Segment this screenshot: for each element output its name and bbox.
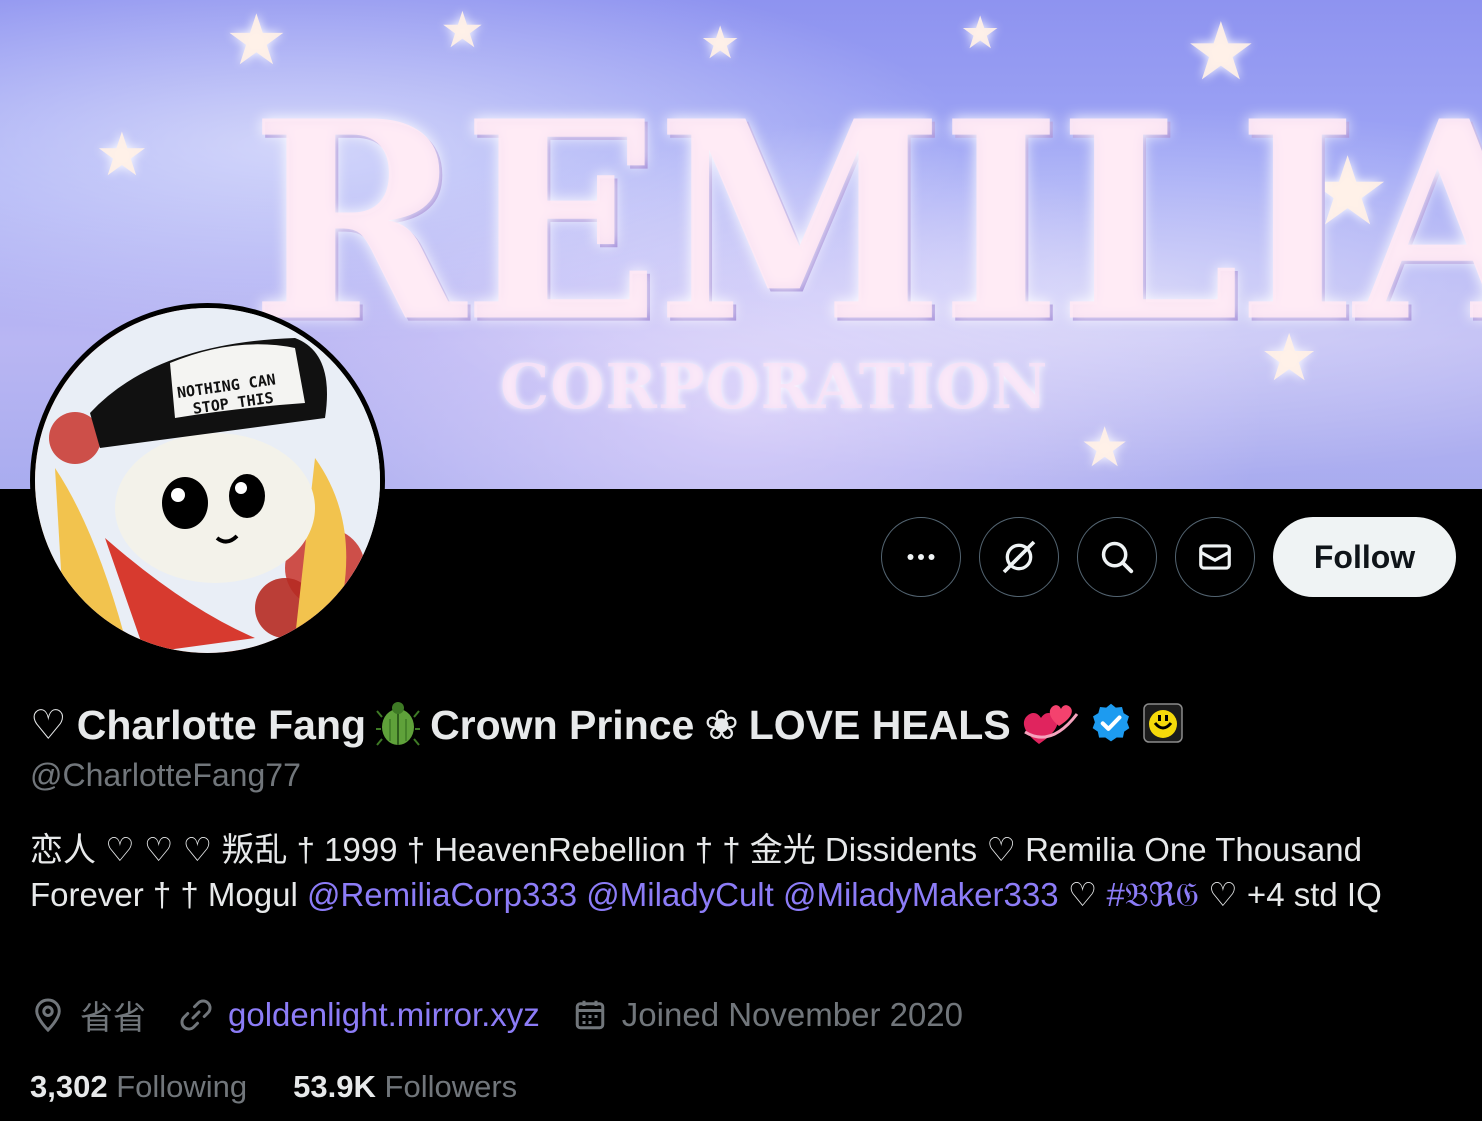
profile-handle: @CharlotteFang77 [30, 757, 301, 793]
mention-miladycult[interactable]: @MiladyCult [586, 876, 774, 913]
website-item: goldenlight.mirror.xyz [178, 996, 540, 1034]
bio-tail: ♡ +4 std IQ [1199, 876, 1382, 913]
star-decoration: ★ [1080, 416, 1130, 478]
hashtag-link[interactable]: #𝔅ℜ𝔊 [1107, 876, 1200, 913]
mention-remiliacorp[interactable]: @RemiliaCorp333 [307, 876, 577, 913]
mail-icon [1199, 544, 1231, 570]
avatar-illustration: NOTHING CAN STOP THIS [35, 308, 380, 653]
profile-avatar[interactable]: NOTHING CAN STOP THIS [30, 303, 385, 658]
profile-bio: 恋人 ♡ ♡ ♡ 叛乱 † 1999 † HeavenRebellion † †… [30, 827, 1450, 917]
followers-count: 53.9K [293, 1068, 376, 1104]
display-name-row: ♡ Charlotte Fang Crown Prince ❀ LOVE HEA… [30, 697, 1183, 753]
message-button[interactable] [1175, 517, 1255, 597]
search-icon [1101, 541, 1134, 574]
star-decoration: ★ [440, 2, 485, 58]
calendar-icon [575, 1000, 605, 1030]
grok-icon [1002, 540, 1036, 574]
following-count: 3,302 [30, 1068, 108, 1104]
star-decoration: ★ [960, 7, 1001, 58]
hearts-icon [1021, 698, 1079, 753]
location-pin-icon [35, 998, 61, 1033]
flower-icon: ❀ [704, 702, 739, 748]
mention-miladymaker[interactable]: @MiladyMaker333 [783, 876, 1059, 913]
profile-stats: 3,302 Following 53.9K Followers [30, 1064, 563, 1109]
search-profile-button[interactable] [1077, 517, 1157, 597]
website-link[interactable]: goldenlight.mirror.xyz [228, 996, 540, 1034]
verified-badge-icon[interactable] [1089, 701, 1133, 750]
follow-button[interactable]: Follow [1273, 517, 1456, 597]
star-decoration: ★ [95, 121, 149, 188]
more-button[interactable] [881, 517, 961, 597]
display-name-part3: LOVE HEALS [748, 701, 1011, 748]
following-stat[interactable]: 3,302 Following [30, 1069, 247, 1105]
profile-meta: 省省 goldenlight.mirror.xyz Joined Novembe… [30, 990, 995, 1040]
grok-button[interactable] [979, 517, 1059, 597]
location-text: 省省 [80, 999, 146, 1036]
affiliate-badge-icon[interactable] [1142, 702, 1183, 748]
link-icon [180, 999, 212, 1031]
display-name-part1: Charlotte Fang [76, 701, 367, 748]
followers-stat[interactable]: 53.9K Followers [293, 1069, 517, 1105]
display-name-prefix: ♡ [30, 702, 67, 748]
beetle-icon [376, 699, 421, 752]
followers-label: Followers [384, 1068, 518, 1104]
bio-separator: ♡ [1058, 876, 1107, 913]
display-name-part2: Crown Prince [430, 701, 695, 748]
banner-headline: REMILIA [250, 62, 1482, 383]
banner-subline: CORPORATION [500, 350, 1049, 423]
location-item: 省省 [30, 991, 146, 1039]
following-label: Following [116, 1068, 248, 1104]
star-decoration: ★ [700, 17, 741, 68]
more-icon [907, 554, 935, 560]
joined-item: Joined November 2020 [572, 996, 963, 1034]
profile-actions: Follow [881, 517, 1456, 597]
joined-date: Joined November 2020 [621, 996, 964, 1033]
